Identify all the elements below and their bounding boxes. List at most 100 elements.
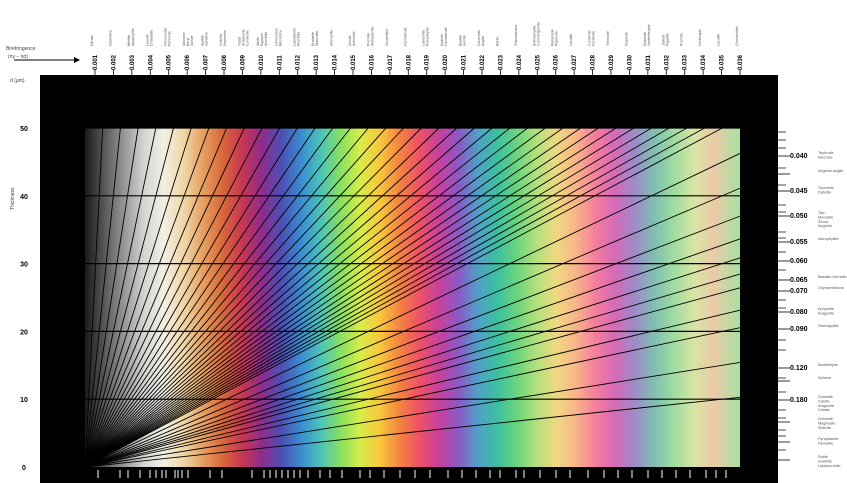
top-value-30: 0.031 — [646, 54, 652, 70]
right-value-3: 0.050 — [790, 213, 808, 220]
right-mineral-11-0: Sphene — [818, 376, 831, 380]
interference-color-field — [85, 128, 740, 467]
right-mineral-0-0: Tephroite — [818, 151, 834, 155]
right-mineral-12-3: Calcite — [818, 408, 830, 412]
right-value-9: 0.090 — [790, 326, 808, 333]
top-value-10: 0.011 — [277, 55, 283, 70]
birefringence-formula: (nγ − nα) — [8, 54, 28, 60]
thickness-axis: 0 10 20 30 40 50 — [20, 126, 28, 472]
top-value-9: 0.010 — [259, 54, 265, 70]
top-mineral-18-1: Pumpellyite — [426, 27, 430, 46]
top-mineral-13-0: Sillimanite — [330, 30, 334, 46]
top-mineral-9-2: Anorthite — [264, 32, 268, 46]
right-mineral-3-3: Aegirine — [818, 224, 832, 228]
right-mineral-8-0: Anhydrite — [818, 307, 834, 311]
top-mineral-28-0: Tremolite — [606, 31, 610, 46]
right-mineral-7-0: Oxyhornblende — [818, 286, 844, 290]
top-mineral-25-1: Pigeonite — [555, 31, 559, 46]
top-value-17: 0.018 — [406, 54, 412, 70]
top-value-21: 0.022 — [480, 54, 486, 70]
top-mineral-11-1: Anorthite — [297, 32, 301, 46]
right-mineral-2-0: Grunerite — [818, 186, 834, 190]
right-value-10: 0.120 — [790, 365, 808, 372]
top-value-6: 0.007 — [204, 54, 210, 70]
top-mineral-23-0: Glaucophane — [514, 25, 518, 46]
top-value-31: 0.032 — [664, 54, 670, 70]
right-mineral-15-2: Lepidocrocite — [818, 464, 841, 468]
right-value-12: 0.180 — [790, 397, 808, 404]
right-mineral-9-0: Sideropyllite — [818, 324, 839, 328]
top-value-5: 0.006 — [185, 54, 191, 70]
top-mineral-26-0: Lazulite — [569, 34, 573, 46]
top-value-16: 0.017 — [388, 54, 394, 70]
top-value-1: 0.002 — [111, 54, 117, 70]
right-mineral-10-0: Baddeleyite — [818, 363, 838, 367]
top-mineral-34-0: Lazulite — [717, 34, 721, 46]
top-value-18: 0.019 — [425, 54, 431, 70]
top-value-15: 0.016 — [369, 54, 375, 70]
y-tick-label-50: 50 — [20, 126, 28, 133]
top-mineral-3-1: Chabazite — [149, 30, 153, 46]
right-birefringence-axis: 0.040 TephroiteIdocrase Aegirine-augite 0.0… — [778, 131, 847, 468]
top-mineral-24-1: Cummingtonite — [536, 22, 540, 46]
right-mineral-3-2: Zircon — [818, 220, 829, 224]
birefringence-label: Birefringence — [6, 46, 36, 52]
top-value-33: 0.034 — [701, 54, 707, 70]
top-mineral-7-1: Nepheline — [223, 30, 227, 46]
top-value-0: 0.001 — [93, 54, 99, 70]
top-value-13: 0.014 — [333, 54, 339, 70]
top-mineral-20-1: Axinite — [463, 35, 467, 46]
top-mineral-33-0: Norbergite — [698, 29, 702, 46]
top-value-29: 0.030 — [627, 54, 633, 70]
right-mineral-14-0: Pyrophanite — [818, 437, 838, 441]
right-value-5: 0.060 — [790, 258, 808, 265]
right-mineral-13-1: Magnesite — [818, 421, 836, 425]
top-mineral-4-1: Penninite — [168, 31, 172, 46]
top-birefringence-axis: 0.001Nitrate0.002Nepheline0.003Melilite A… — [90, 22, 744, 76]
right-mineral-12-0: Dolomite — [818, 395, 833, 399]
top-mineral-31-1: Fayalite — [665, 33, 669, 46]
top-mineral-5-2: Zoisite — [190, 35, 194, 46]
top-mineral-19-1: Hornblende — [444, 27, 448, 46]
right-value-6: 0.065 — [790, 277, 808, 284]
right-mineral-1-0: Aegirine-augite — [818, 169, 844, 173]
top-value-27: 0.028 — [591, 54, 597, 70]
top-value-24: 0.025 — [535, 54, 541, 70]
top-value-26: 0.027 — [572, 54, 578, 70]
top-value-32: 0.033 — [683, 54, 689, 70]
top-mineral-1-0: Nepheline — [108, 30, 112, 46]
right-mineral-12-2: Aragonite — [818, 404, 834, 408]
right-mineral-2-1: Datolite — [818, 190, 831, 194]
right-mineral-3-1: Monazite — [818, 215, 833, 219]
right-mineral-15-1: Goethite — [818, 459, 832, 463]
top-value-22: 0.023 — [498, 54, 504, 70]
top-value-23: 0.024 — [517, 54, 523, 70]
right-mineral-6-0: Basaltic Hornblende — [818, 275, 847, 279]
right-mineral-8-1: Aragonite — [818, 311, 834, 315]
top-value-19: 0.020 — [443, 54, 449, 70]
top-value-4: 0.005 — [167, 54, 173, 70]
top-mineral-10-1: Microcline — [278, 30, 282, 46]
right-mineral-14-1: Hematite — [818, 441, 833, 445]
y-tick-label-10: 10 — [20, 397, 28, 404]
right-mineral-15-0: Rutile — [818, 455, 828, 459]
top-value-2: 0.003 — [130, 54, 136, 70]
top-mineral-27-1: Forsterite — [592, 31, 596, 46]
top-mineral-29-0: Diopside — [624, 32, 628, 46]
top-value-25: 0.026 — [554, 54, 560, 70]
top-value-20: 0.021 — [462, 54, 468, 70]
top-mineral-8-2: Cordierite — [245, 30, 249, 46]
michel-levy-chart: Birefringence (nγ − nα) d (µm) Thickness… — [6, 22, 847, 483]
right-value-2: 0.045 — [790, 188, 808, 195]
top-value-11: 0.012 — [296, 54, 302, 70]
thickness-label: Thickness — [10, 187, 16, 210]
right-mineral-4-0: Astrophyllite — [818, 237, 839, 241]
top-mineral-32-0: Prehnite — [680, 33, 684, 46]
right-mineral-0-1: Idocrase — [818, 155, 833, 159]
top-value-7: 0.008 — [222, 54, 228, 70]
y-tick-label-20: 20 — [20, 329, 28, 336]
top-mineral-21-1: Augite — [481, 36, 485, 46]
arrow-head — [74, 57, 80, 63]
top-value-14: 0.015 — [351, 54, 357, 70]
right-value-7: 0.070 — [790, 288, 808, 295]
